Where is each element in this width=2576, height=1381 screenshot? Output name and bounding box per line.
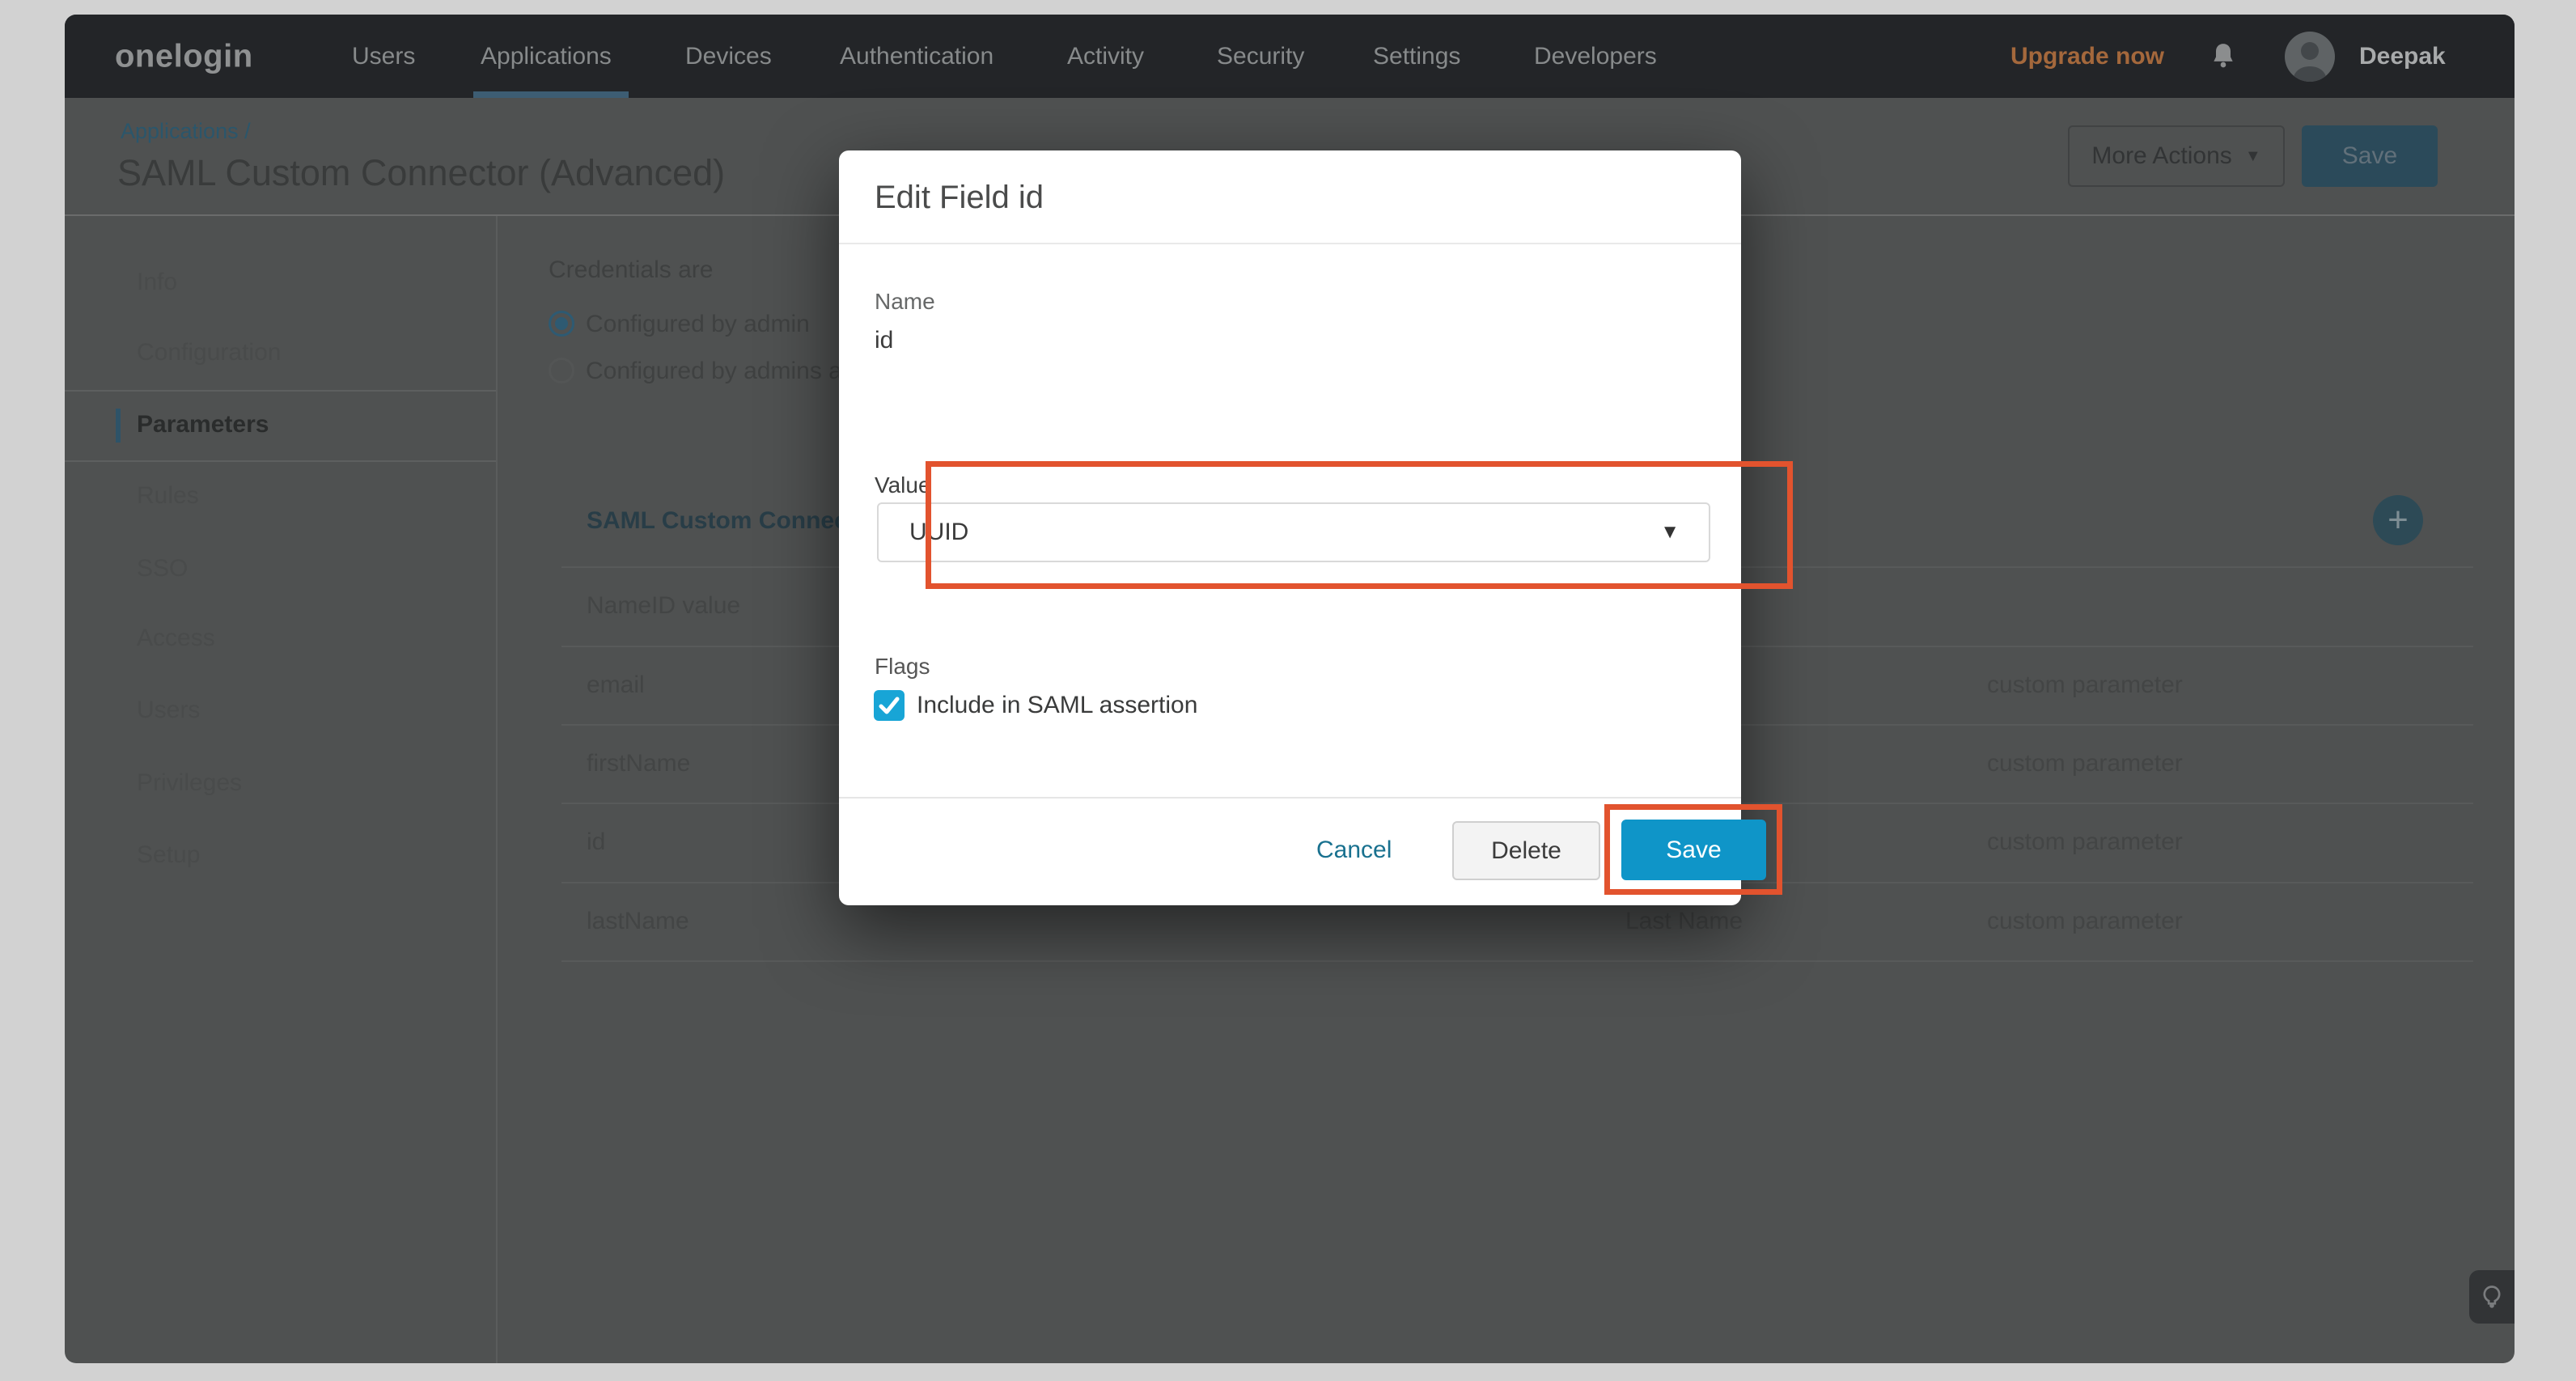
app-window: onelogin Users Applications Devices Auth… — [65, 15, 2515, 1363]
user-name[interactable]: Deepak — [2359, 43, 2446, 70]
nav-item-security[interactable]: Security — [1217, 43, 1304, 70]
page-save-button[interactable]: Save — [2302, 125, 2438, 187]
sidebar-item-access[interactable]: Access — [137, 625, 215, 652]
edit-field-modal: Edit Field id Name id Value UUID ▼ Flags… — [839, 150, 1741, 905]
lightbulb-icon — [2476, 1281, 2508, 1313]
nav-item-activity[interactable]: Activity — [1067, 43, 1144, 70]
sidebar-item-privileges[interactable]: Privileges — [137, 769, 242, 797]
sidebar-active-accent — [116, 409, 121, 443]
nav-item-devices[interactable]: Devices — [685, 43, 772, 70]
param-meta: custom parameter — [1987, 671, 2183, 699]
name-label: Name — [875, 289, 935, 315]
nav-item-users[interactable]: Users — [352, 43, 415, 70]
modal-title: Edit Field id — [875, 180, 1044, 216]
param-value: Last Name — [1625, 908, 1743, 935]
sidebar-item-configuration[interactable]: Configuration — [137, 339, 281, 366]
radio-configured-by-admin[interactable] — [549, 311, 574, 337]
more-actions-label: More Actions — [2091, 142, 2231, 170]
nav-item-developers[interactable]: Developers — [1534, 43, 1657, 70]
sidebar-divider — [496, 216, 498, 1363]
plus-icon: + — [2387, 500, 2409, 540]
param-name: firstName — [587, 750, 690, 777]
page-title: SAML Custom Connector (Advanced) — [117, 152, 725, 194]
breadcrumb[interactable]: Applications / — [121, 119, 251, 144]
table-title: SAML Custom Connector — [587, 507, 880, 535]
help-lightbulb-button[interactable] — [2469, 1270, 2515, 1324]
chevron-down-icon: ▼ — [2245, 147, 2261, 166]
add-parameter-button[interactable]: + — [2373, 495, 2423, 545]
include-saml-label: Include in SAML assertion — [917, 692, 1197, 719]
name-value: id — [875, 327, 893, 354]
value-dropdown[interactable]: UUID ▼ — [877, 502, 1710, 562]
param-name: NameID value — [587, 592, 740, 620]
modal-footer-divider — [839, 797, 1741, 799]
value-selected: UUID — [909, 519, 968, 546]
sidebar-item-sso[interactable]: SSO — [137, 555, 188, 582]
onelogin-logo[interactable]: onelogin — [115, 38, 253, 74]
param-name: id — [587, 828, 605, 856]
radio-configured-by-admins-and[interactable] — [549, 358, 574, 383]
sidebar-rule — [65, 460, 496, 462]
nav-item-settings[interactable]: Settings — [1373, 43, 1460, 70]
credentials-label: Credentials are — [549, 256, 713, 284]
save-button[interactable]: Save — [1621, 820, 1766, 880]
include-saml-checkbox[interactable] — [874, 690, 905, 721]
sidebar-item-users[interactable]: Users — [137, 697, 200, 724]
sidebar-rule — [65, 390, 496, 392]
nav-item-applications[interactable]: Applications — [481, 43, 612, 70]
more-actions-button[interactable]: More Actions ▼ — [2068, 125, 2285, 187]
sidebar-item-info[interactable]: Info — [137, 269, 177, 296]
top-nav: onelogin Users Applications Devices Auth… — [65, 15, 2515, 98]
param-meta: custom parameter — [1987, 750, 2183, 777]
param-meta: custom parameter — [1987, 828, 2183, 856]
notifications-bell-icon[interactable] — [2207, 40, 2239, 73]
radio-label: Configured by admins a — [586, 358, 842, 385]
delete-button[interactable]: Delete — [1452, 821, 1600, 880]
user-avatar[interactable] — [2285, 32, 2335, 82]
sidebar-item-setup[interactable]: Setup — [137, 841, 200, 869]
radio-label: Configured by admin — [586, 311, 810, 338]
param-name: lastName — [587, 908, 689, 935]
flags-label: Flags — [875, 654, 930, 680]
param-meta: custom parameter — [1987, 908, 2183, 935]
chevron-down-icon: ▼ — [1660, 521, 1680, 544]
param-name: email — [587, 671, 645, 699]
cancel-button[interactable]: Cancel — [1316, 837, 1392, 864]
upgrade-now-link[interactable]: Upgrade now — [2010, 43, 2164, 70]
value-label: Value — [875, 472, 931, 498]
modal-header-divider — [839, 243, 1741, 244]
row-divider — [561, 960, 2473, 962]
sidebar-item-parameters[interactable]: Parameters — [137, 411, 269, 438]
nav-item-authentication[interactable]: Authentication — [840, 43, 994, 70]
active-tab-underline — [473, 91, 629, 98]
sidebar-item-rules[interactable]: Rules — [137, 482, 199, 510]
